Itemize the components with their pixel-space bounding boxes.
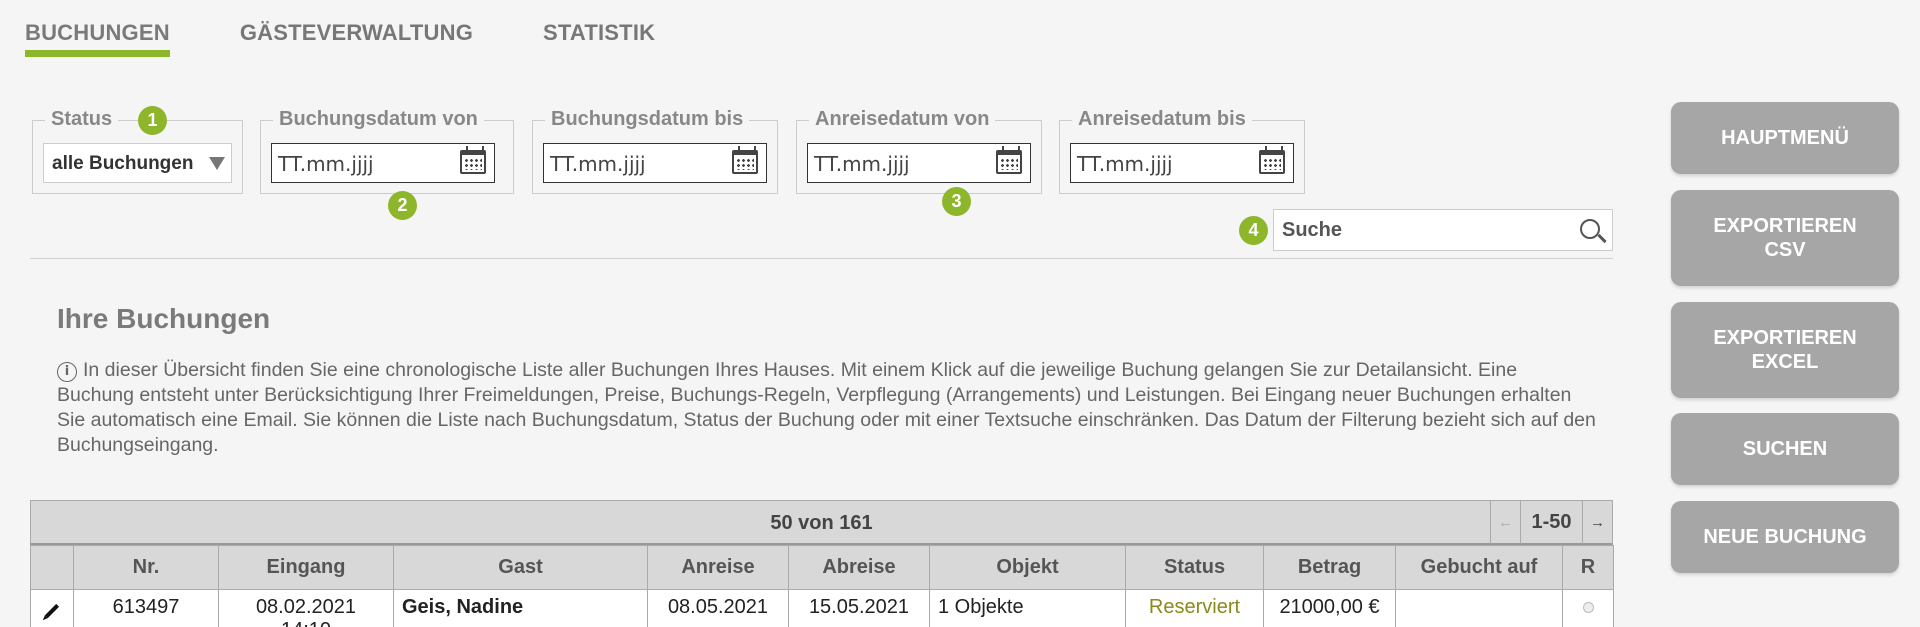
search-input[interactable] xyxy=(1274,210,1564,250)
info-text: In dieser Übersicht finden Sie eine chro… xyxy=(57,359,1596,456)
help-badge-2: 2 xyxy=(388,191,417,220)
anreisedatum-von-input[interactable]: TT.mm.jjjj xyxy=(807,143,1031,183)
dropdown-arrow-icon xyxy=(209,157,225,170)
next-page-icon[interactable]: → xyxy=(1582,501,1612,544)
anreisedatum-von-legend: Anreisedatum von xyxy=(809,108,996,131)
calendar-icon[interactable] xyxy=(460,146,486,174)
anreisedatum-bis-filter: Anreisedatum bis TT.mm.jjjj xyxy=(1059,108,1305,194)
cell-eingang: 08.02.202114:10 xyxy=(218,589,394,627)
col-header-edit xyxy=(30,545,74,590)
suchen-button-label: SUCHEN xyxy=(1742,438,1828,460)
cell-objekt: 1 Objekte xyxy=(929,589,1126,627)
col-header-gast[interactable]: Gast xyxy=(393,545,648,590)
page-title: Ihre Buchungen xyxy=(57,303,271,334)
info-text-block: i In dieser Übersicht finden Sie eine chr… xyxy=(57,358,1597,458)
buchungsdatum-bis-legend: Buchungsdatum bis xyxy=(545,108,750,131)
col-header-gebucht-auf[interactable]: Gebucht auf xyxy=(1395,545,1563,590)
hauptmenue-button[interactable]: HAUPTMENÜ xyxy=(1671,102,1899,174)
table-header-row: Nr. Eingang Gast Anreise Abreise Objekt … xyxy=(30,545,1614,590)
bookings-table: 50 von 161 ← 1-50 → Nr. Eingang Gast Anr… xyxy=(30,500,1614,627)
neue-buchung-button-label: NEUE BUCHUNG xyxy=(1703,526,1867,548)
date-placeholder: TT.mm.jjjj xyxy=(1077,152,1173,176)
buchungsdatum-bis-input[interactable]: TT.mm.jjjj xyxy=(543,143,767,183)
tab-statistik[interactable]: STATISTIK xyxy=(543,20,655,57)
export-csv-button-label: EXPORTIEREN CSV xyxy=(1713,215,1857,261)
cell-gebucht-auf xyxy=(1395,589,1563,627)
col-header-anreise[interactable]: Anreise xyxy=(647,545,789,590)
status-dot-icon xyxy=(1582,602,1594,613)
search-icon[interactable] xyxy=(1580,219,1600,239)
prev-page-icon[interactable]: ← xyxy=(1490,501,1520,544)
suchen-button[interactable]: SUCHEN xyxy=(1671,413,1899,485)
divider xyxy=(30,258,1613,259)
cell-r xyxy=(1562,589,1614,627)
col-header-eingang[interactable]: Eingang xyxy=(218,545,394,590)
tab-gaesteverwaltung[interactable]: GÄSTEVERWALTUNG xyxy=(240,20,473,57)
status-legend: Status xyxy=(45,108,119,131)
search-box xyxy=(1273,209,1613,251)
buchungsdatum-bis-filter: Buchungsdatum bis TT.mm.jjjj xyxy=(532,108,778,194)
buchungsdatum-von-input[interactable]: TT.mm.jjjj xyxy=(271,143,495,183)
anreisedatum-von-filter: Anreisedatum von TT.mm.jjjj xyxy=(796,108,1042,194)
help-badge-1: 1 xyxy=(138,106,167,135)
status-select-value: alle Buchungen xyxy=(52,153,194,174)
buchungsdatum-von-filter: Buchungsdatum von TT.mm.jjjj xyxy=(260,108,514,194)
main-tabs: BUCHUNGEN GÄSTEVERWALTUNG STATISTIK xyxy=(25,20,725,57)
info-icon: i xyxy=(57,362,77,382)
date-placeholder: TT.mm.jjjj xyxy=(278,152,374,176)
buchungsdatum-von-legend: Buchungsdatum von xyxy=(273,108,484,131)
export-excel-button[interactable]: EXPORTIEREN EXCEL xyxy=(1671,302,1899,398)
col-header-status[interactable]: Status xyxy=(1125,545,1264,590)
neue-buchung-button[interactable]: NEUE BUCHUNG xyxy=(1671,501,1899,573)
date-placeholder: TT.mm.jjjj xyxy=(550,152,646,176)
calendar-icon[interactable] xyxy=(732,146,758,174)
pencil-icon[interactable] xyxy=(44,603,60,619)
anreisedatum-bis-input[interactable]: TT.mm.jjjj xyxy=(1070,143,1294,183)
cell-eingang-time: 14:10 xyxy=(219,619,393,627)
edit-cell[interactable] xyxy=(30,589,74,627)
col-header-betrag[interactable]: Betrag xyxy=(1263,545,1396,590)
cell-nr: 613497 xyxy=(73,589,219,627)
date-placeholder: TT.mm.jjjj xyxy=(814,152,910,176)
status-select[interactable]: alle Buchungen xyxy=(43,143,232,183)
col-header-abreise[interactable]: Abreise xyxy=(788,545,930,590)
tab-buchungen[interactable]: BUCHUNGEN xyxy=(25,20,170,57)
cell-status: Reserviert xyxy=(1125,589,1264,627)
col-header-nr[interactable]: Nr. xyxy=(73,545,219,590)
table-pager: 50 von 161 ← 1-50 → xyxy=(30,500,1613,545)
calendar-icon[interactable] xyxy=(996,146,1022,174)
cell-eingang-date: 08.02.2021 xyxy=(255,596,357,618)
cell-abreise: 15.05.2021 xyxy=(788,589,930,627)
export-excel-button-label: EXPORTIEREN EXCEL xyxy=(1713,327,1857,373)
help-badge-4: 4 xyxy=(1239,216,1268,245)
calendar-icon[interactable] xyxy=(1259,146,1285,174)
col-header-objekt[interactable]: Objekt xyxy=(929,545,1126,590)
status-filter: Status alle Buchungen xyxy=(32,108,243,194)
col-header-r[interactable]: R xyxy=(1562,545,1614,590)
cell-anreise: 08.05.2021 xyxy=(647,589,789,627)
hauptmenue-button-label: HAUPTMENÜ xyxy=(1721,127,1849,149)
export-csv-button[interactable]: EXPORTIEREN CSV xyxy=(1671,190,1899,286)
help-badge-3: 3 xyxy=(942,187,971,216)
page-range: 1-50 xyxy=(1520,501,1582,544)
anreisedatum-bis-legend: Anreisedatum bis xyxy=(1072,108,1252,131)
cell-gast: Geis, Nadine xyxy=(393,589,648,627)
table-row[interactable]: 613497 08.02.202114:10 Geis, Nadine 08.0… xyxy=(30,589,1614,627)
result-count: 50 von 161 xyxy=(770,512,873,534)
cell-betrag: 21000,00 € xyxy=(1263,589,1396,627)
